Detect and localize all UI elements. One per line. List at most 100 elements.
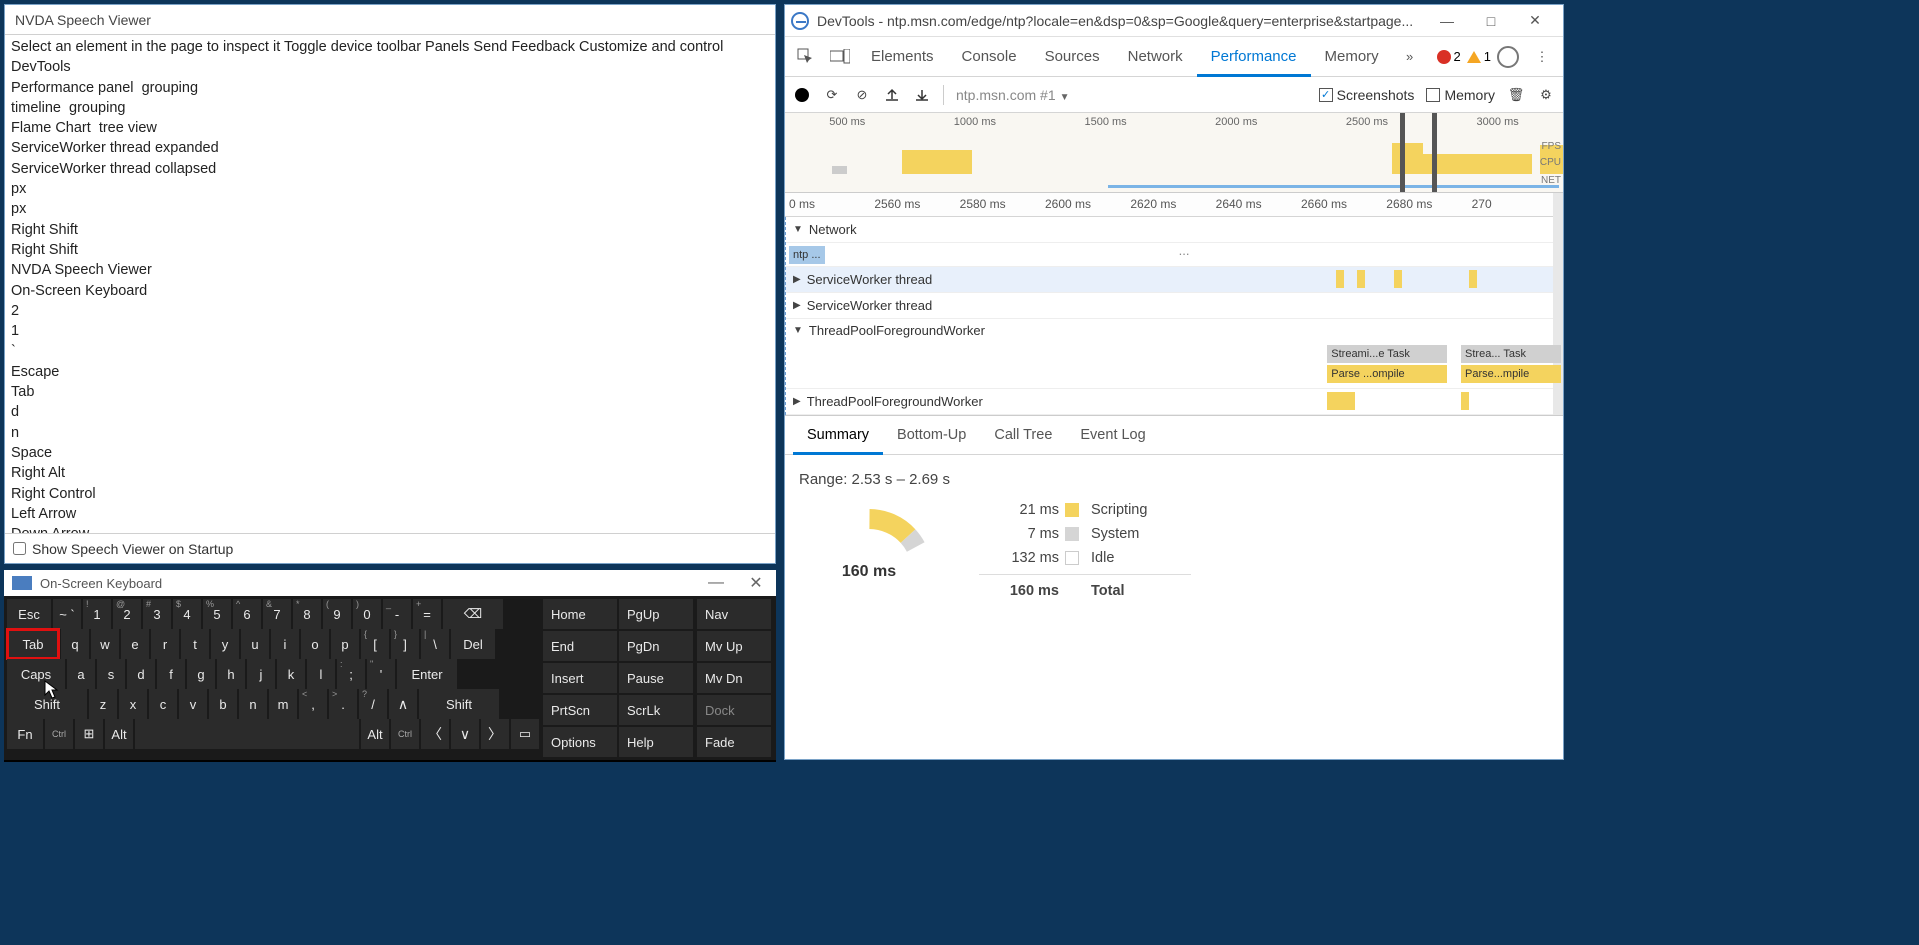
osk-key[interactable]: f [157, 659, 185, 689]
osk-key[interactable]: e [121, 629, 149, 659]
osk-key[interactable]: 5% [203, 599, 231, 629]
osk-key[interactable]: Alt [361, 719, 389, 749]
osk-key[interactable]: Fade [697, 727, 771, 757]
osk-key[interactable]: j [247, 659, 275, 689]
minimize-button[interactable]: — [1425, 7, 1469, 35]
timeline-ruler[interactable]: 0 ms2560 ms2580 ms2600 ms2620 ms2640 ms2… [785, 193, 1553, 217]
timeline-overview[interactable]: 500 ms1000 ms1500 ms2000 ms2500 ms3000 m… [785, 113, 1563, 193]
show-on-startup-checkbox[interactable] [13, 542, 26, 555]
flame-chart[interactable]: ▼Network ntp ... ... ▶ServiceWorker thre… [785, 217, 1553, 415]
tab-performance[interactable]: Performance [1197, 37, 1311, 77]
osk-key[interactable]: y [211, 629, 239, 659]
close-button[interactable]: ✕ [736, 573, 776, 593]
osk-key[interactable]: ~ ` [53, 599, 81, 629]
osk-key[interactable]: PgDn [619, 631, 693, 661]
memory-checkbox[interactable]: Memory [1426, 87, 1495, 103]
osk-key[interactable]: Insert [543, 663, 617, 693]
record-button[interactable] [793, 86, 811, 104]
osk-key[interactable]: m [269, 689, 297, 719]
osk-key[interactable]: ScrLk [619, 695, 693, 725]
osk-key[interactable]: Tab [7, 629, 59, 659]
settings-gear-icon[interactable]: ⚙ [1537, 86, 1555, 104]
osk-key[interactable]: Shift [419, 689, 499, 719]
osk-key[interactable]: l [307, 659, 335, 689]
osk-key[interactable]: Esc [7, 599, 51, 629]
osk-key[interactable]: z [89, 689, 117, 719]
nvda-speech-log[interactable]: Select an element in the page to inspect… [5, 35, 775, 533]
osk-key[interactable]: =+ [413, 599, 441, 629]
clear-button[interactable]: ⊘ [853, 86, 871, 104]
osk-key[interactable]: w [91, 629, 119, 659]
osk-key[interactable]: Alt [105, 719, 133, 749]
osk-key[interactable]: 8* [293, 599, 321, 629]
save-profile-button[interactable] [913, 86, 931, 104]
error-badge[interactable]: 2 [1437, 49, 1461, 64]
osk-key[interactable]: 3# [143, 599, 171, 629]
osk-key[interactable]: Help [619, 727, 693, 757]
osk-key[interactable]: PrtScn [543, 695, 617, 725]
osk-key[interactable]: c [149, 689, 177, 719]
inspect-element-icon[interactable] [789, 40, 823, 74]
osk-key[interactable]: r [151, 629, 179, 659]
osk-key[interactable]: 0) [353, 599, 381, 629]
device-toolbar-icon[interactable] [823, 40, 857, 74]
tab-sources[interactable]: Sources [1031, 37, 1114, 77]
osk-key[interactable]: t [181, 629, 209, 659]
osk-key[interactable]: Fn [7, 719, 43, 749]
osk-key[interactable]: Options [543, 727, 617, 757]
osk-key[interactable]: b [209, 689, 237, 719]
osk-key[interactable]: Mv Dn [697, 663, 771, 693]
minimize-button[interactable]: — [696, 574, 736, 592]
osk-key[interactable]: ⌫ [443, 599, 503, 629]
osk-key[interactable]: 4$ [173, 599, 201, 629]
osk-key[interactable]: ,< [299, 689, 327, 719]
osk-key[interactable]: Mv Up [697, 631, 771, 661]
osk-key[interactable]: Enter [397, 659, 457, 689]
osk-key[interactable]: i [271, 629, 299, 659]
nvda-titlebar[interactable]: NVDA Speech Viewer [5, 5, 775, 35]
tab-network[interactable]: Network [1114, 37, 1197, 77]
osk-key[interactable]: End [543, 631, 617, 661]
detail-tab-event-log[interactable]: Event Log [1066, 415, 1159, 455]
tab-memory[interactable]: Memory [1311, 37, 1393, 77]
devtools-titlebar[interactable]: DevTools - ntp.msn.com/edge/ntp?locale=e… [785, 5, 1563, 37]
recording-selector[interactable]: ntp.msn.com #1▼ [956, 87, 1070, 103]
osk-key[interactable]: \| [421, 629, 449, 659]
osk-key[interactable]: PgUp [619, 599, 693, 629]
detail-tab-call-tree[interactable]: Call Tree [980, 415, 1066, 455]
osk-key[interactable]: o [301, 629, 329, 659]
maximize-button[interactable]: □ [1469, 7, 1513, 35]
osk-titlebar[interactable]: On-Screen Keyboard — ✕ [4, 570, 776, 596]
tab-elements[interactable]: Elements [857, 37, 948, 77]
delete-button[interactable]: 🗑 [1507, 86, 1525, 104]
osk-key[interactable] [135, 719, 359, 749]
osk-key[interactable]: Nav [697, 599, 771, 629]
screenshots-checkbox[interactable]: ✓Screenshots [1319, 87, 1415, 103]
close-button[interactable]: ✕ [1513, 7, 1557, 35]
osk-key[interactable]: '" [367, 659, 395, 689]
osk-key[interactable]: p [331, 629, 359, 659]
osk-key[interactable]: Home [543, 599, 617, 629]
osk-key[interactable]: Del [451, 629, 495, 659]
osk-key[interactable]: 7& [263, 599, 291, 629]
osk-key[interactable]: h [217, 659, 245, 689]
profile-icon[interactable] [1497, 46, 1519, 68]
osk-key[interactable]: ▭ [511, 719, 539, 749]
osk-key[interactable]: 〈 [421, 719, 449, 749]
detail-tab-bottom-up[interactable]: Bottom-Up [883, 415, 980, 455]
osk-key[interactable]: Shift [7, 689, 87, 719]
load-profile-button[interactable] [883, 86, 901, 104]
osk-key[interactable]: .> [329, 689, 357, 719]
osk-key[interactable]: Ctrl [45, 719, 73, 749]
osk-key[interactable]: ⊞ [75, 719, 103, 749]
osk-key[interactable]: -_ [383, 599, 411, 629]
osk-key[interactable]: ]} [391, 629, 419, 659]
osk-key[interactable]: Pause [619, 663, 693, 693]
osk-key[interactable]: d [127, 659, 155, 689]
osk-key[interactable]: x [119, 689, 147, 719]
osk-key[interactable]: 〉 [481, 719, 509, 749]
osk-key[interactable]: 9( [323, 599, 351, 629]
osk-key[interactable]: /? [359, 689, 387, 719]
osk-key[interactable]: ∨ [451, 719, 479, 749]
osk-key[interactable]: Caps [7, 659, 65, 689]
